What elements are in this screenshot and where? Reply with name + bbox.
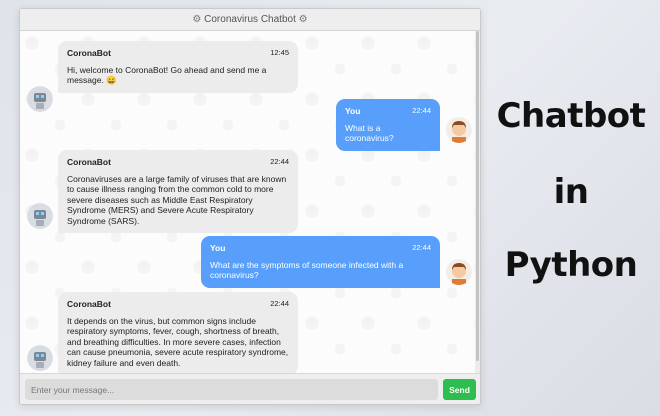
- robot-icon: [27, 345, 53, 371]
- message-time: 22:44: [270, 299, 289, 308]
- message-input-area: Send: [20, 373, 480, 404]
- chat-scrollbar[interactable]: [475, 31, 480, 375]
- user-avatar: [446, 117, 472, 143]
- user-message: You 22:44 What is a coronavirus?: [336, 99, 440, 151]
- bot-message: CoronaBot 12:45 Hi, welcome to CoronaBot…: [58, 41, 298, 93]
- side-title-line2: in: [553, 172, 589, 212]
- message-text: What are the symptoms of someone infecte…: [210, 259, 404, 281]
- virus-icon: ⚙: [192, 14, 202, 25]
- side-title-line3: Python: [504, 245, 638, 285]
- bot-message: CoronaBot 22:44 Coronaviruses are a larg…: [58, 150, 298, 233]
- message-input[interactable]: [25, 379, 438, 400]
- bot-avatar: [27, 86, 53, 112]
- chat-header: ⚙ Coronavirus Chatbot ⚙: [20, 9, 480, 31]
- bot-avatar: [27, 345, 53, 371]
- message-text: Hi, welcome to CoronaBot! Go ahead and s…: [67, 64, 267, 86]
- sender-name: CoronaBot: [67, 48, 111, 58]
- chat-window: ⚙ Coronavirus Chatbot ⚙ CoronaBot 12:45 …: [19, 8, 481, 405]
- send-button[interactable]: Send: [443, 379, 476, 400]
- sender-name: CoronaBot: [67, 157, 111, 167]
- message-time: 12:45: [270, 48, 289, 57]
- person-icon: [446, 117, 472, 143]
- chat-messages[interactable]: CoronaBot 12:45 Hi, welcome to CoronaBot…: [20, 31, 480, 375]
- person-icon: [446, 259, 472, 285]
- robot-icon: [27, 86, 53, 112]
- virus-icon: ⚙: [298, 14, 308, 25]
- bot-avatar: [27, 203, 53, 229]
- message-text: What is a coronavirus?: [345, 122, 394, 144]
- scrollbar-thumb[interactable]: [476, 31, 479, 361]
- message-time: 22:44: [412, 106, 431, 115]
- message-time: 22:44: [270, 157, 289, 166]
- robot-icon: [27, 203, 53, 229]
- sender-name: You: [210, 243, 226, 253]
- chat-title: Coronavirus Chatbot: [204, 14, 296, 25]
- side-title-line1: Chatbot: [496, 96, 646, 136]
- sender-name: CoronaBot: [67, 299, 111, 309]
- message-time: 22:44: [412, 243, 431, 252]
- sender-name: You: [345, 106, 361, 116]
- user-message: You 22:44 What are the symptoms of someo…: [201, 236, 440, 288]
- bot-message: CoronaBot 22:44 It depends on the virus,…: [58, 292, 298, 375]
- message-text: Coronaviruses are a large family of viru…: [67, 173, 287, 226]
- message-text: It depends on the virus, but common sign…: [67, 315, 289, 368]
- user-avatar: [446, 259, 472, 285]
